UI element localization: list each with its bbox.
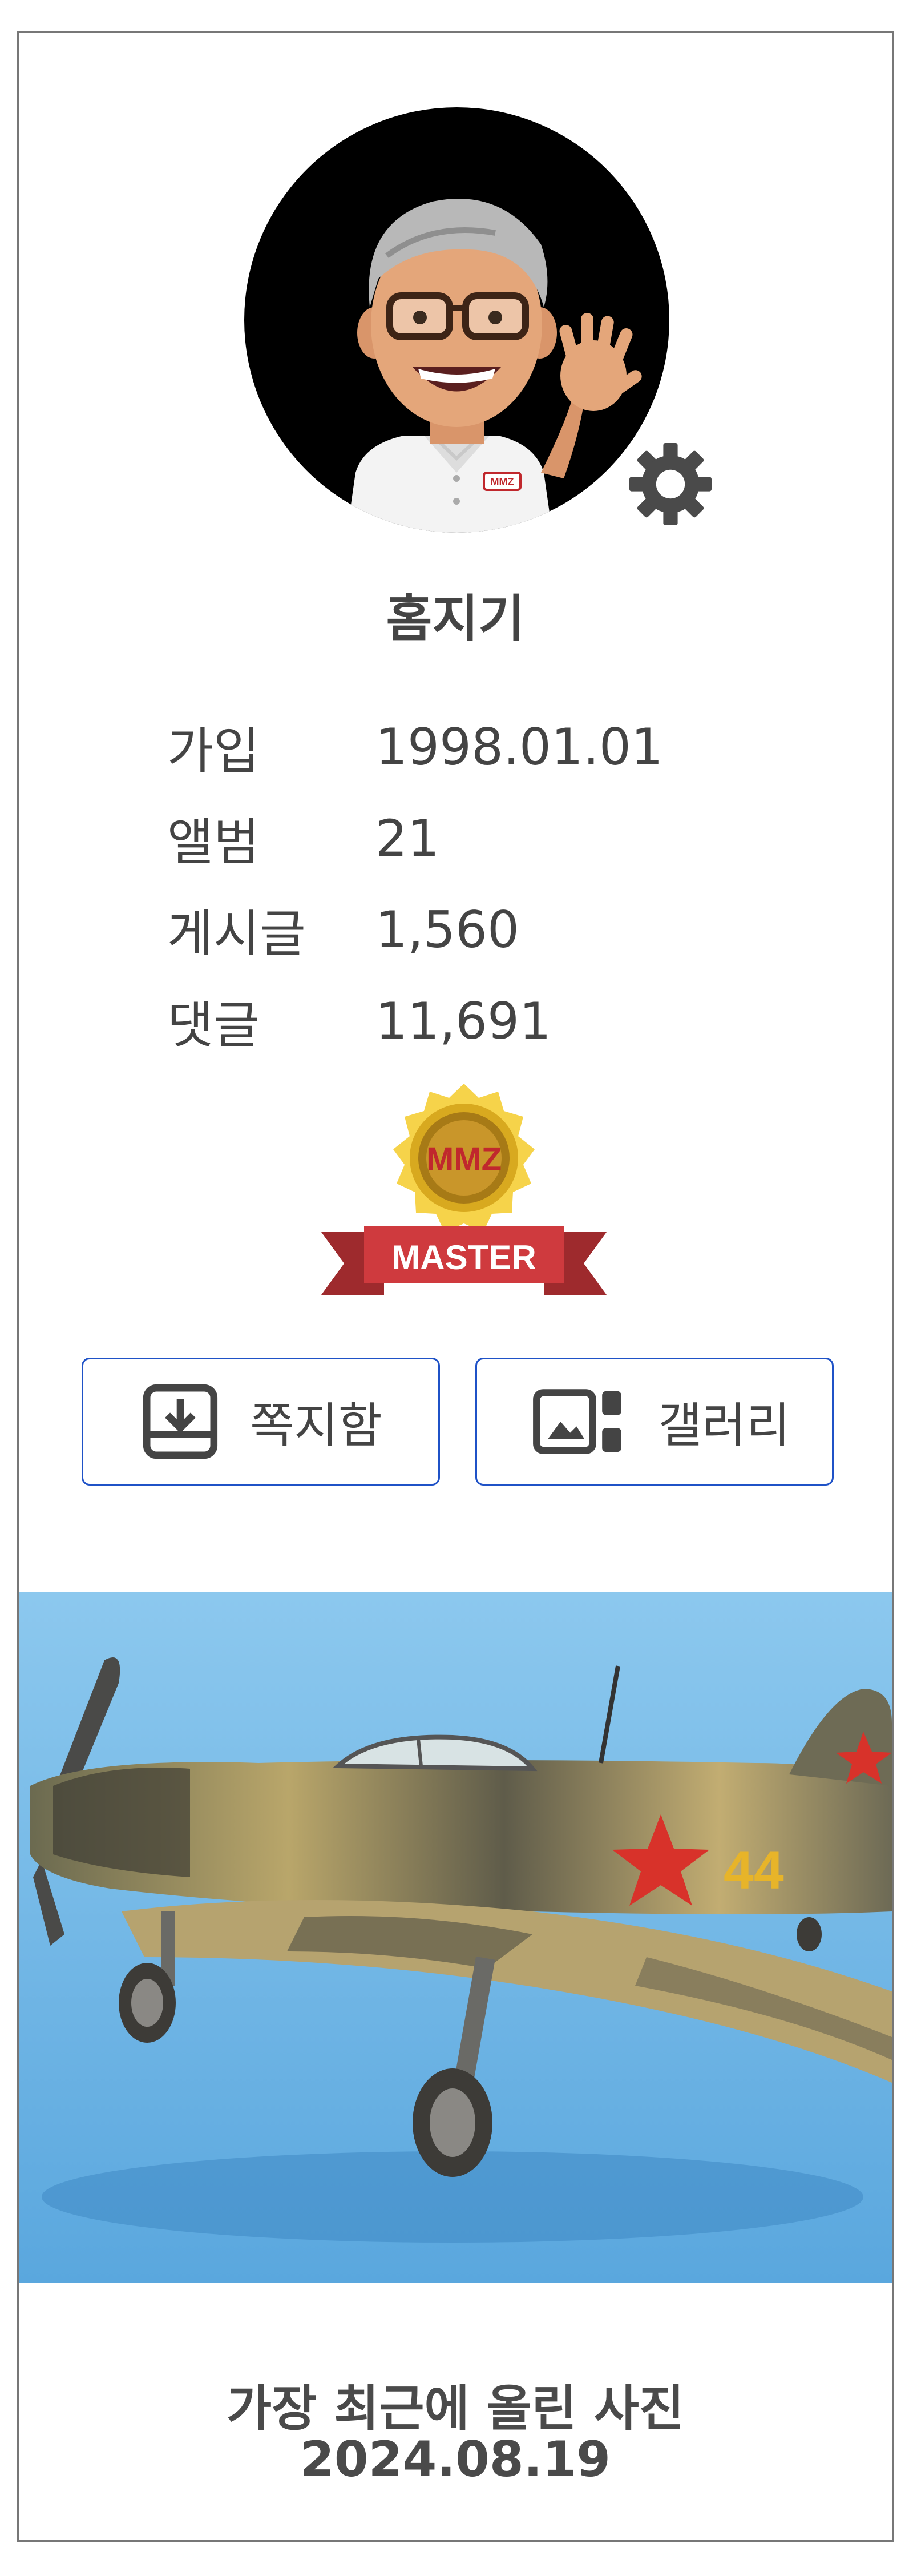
stat-value: 1998.01.01 — [375, 717, 663, 776]
memoji-avatar-image: MMZ — [347, 199, 642, 533]
messages-button-label: 쪽지함 — [250, 1397, 382, 1454]
stat-label: 가입 — [167, 721, 260, 780]
inbox-download-icon — [143, 1384, 218, 1459]
messages-button[interactable]: 쪽지함 — [82, 1358, 440, 1486]
aircraft-model-photo: 44 — [19, 1592, 892, 2283]
stat-label: 게시글 — [167, 904, 306, 963]
badge-ribbon-text: MASTER — [391, 1238, 536, 1277]
gallery-button[interactable]: 갤러리 — [475, 1358, 834, 1486]
recent-photo-caption: 가장 최근에 올린 사진 — [227, 2380, 684, 2437]
stat-row-albums: 앨범 21 — [167, 792, 663, 884]
stat-row-posts: 게시글 1,560 — [167, 884, 663, 975]
gallery-icon — [533, 1389, 621, 1454]
gallery-button-label: 갤러리 — [658, 1397, 790, 1454]
stat-value: 21 — [375, 808, 439, 868]
stat-value: 11,691 — [375, 991, 551, 1050]
avatar: MMZ — [244, 107, 669, 533]
settings-button[interactable] — [619, 433, 722, 536]
recent-photo-date: 2024.08.19 — [300, 2431, 611, 2488]
stat-row-join: 가입 1998.01.01 — [167, 701, 663, 792]
stat-value: 1,560 — [375, 900, 519, 959]
stat-label: 댓글 — [167, 995, 260, 1054]
badge-seal-text: MMZ — [426, 1141, 502, 1178]
stat-row-comments: 댓글 11,691 — [167, 975, 663, 1066]
shirt-logo: MMZ — [491, 476, 514, 488]
master-badge-graphic: MMZ MASTER — [321, 1084, 607, 1295]
profile-stats: 가입 1998.01.01 앨범 21 게시글 1,560 댓글 11,691 — [167, 701, 663, 1066]
gear-icon — [623, 437, 718, 532]
profile-card: MMZ 홈지기 가입 1998.01.01 앨범 21 게시글 1,560 댓글… — [17, 31, 894, 2542]
recent-photo[interactable]: 44 — [19, 1592, 892, 2283]
stat-label: 앨범 — [167, 812, 260, 872]
master-badge: MMZ MASTER — [316, 1081, 612, 1321]
aircraft-number: 44 — [724, 1840, 784, 1901]
profile-name: 홈지기 — [386, 589, 525, 648]
